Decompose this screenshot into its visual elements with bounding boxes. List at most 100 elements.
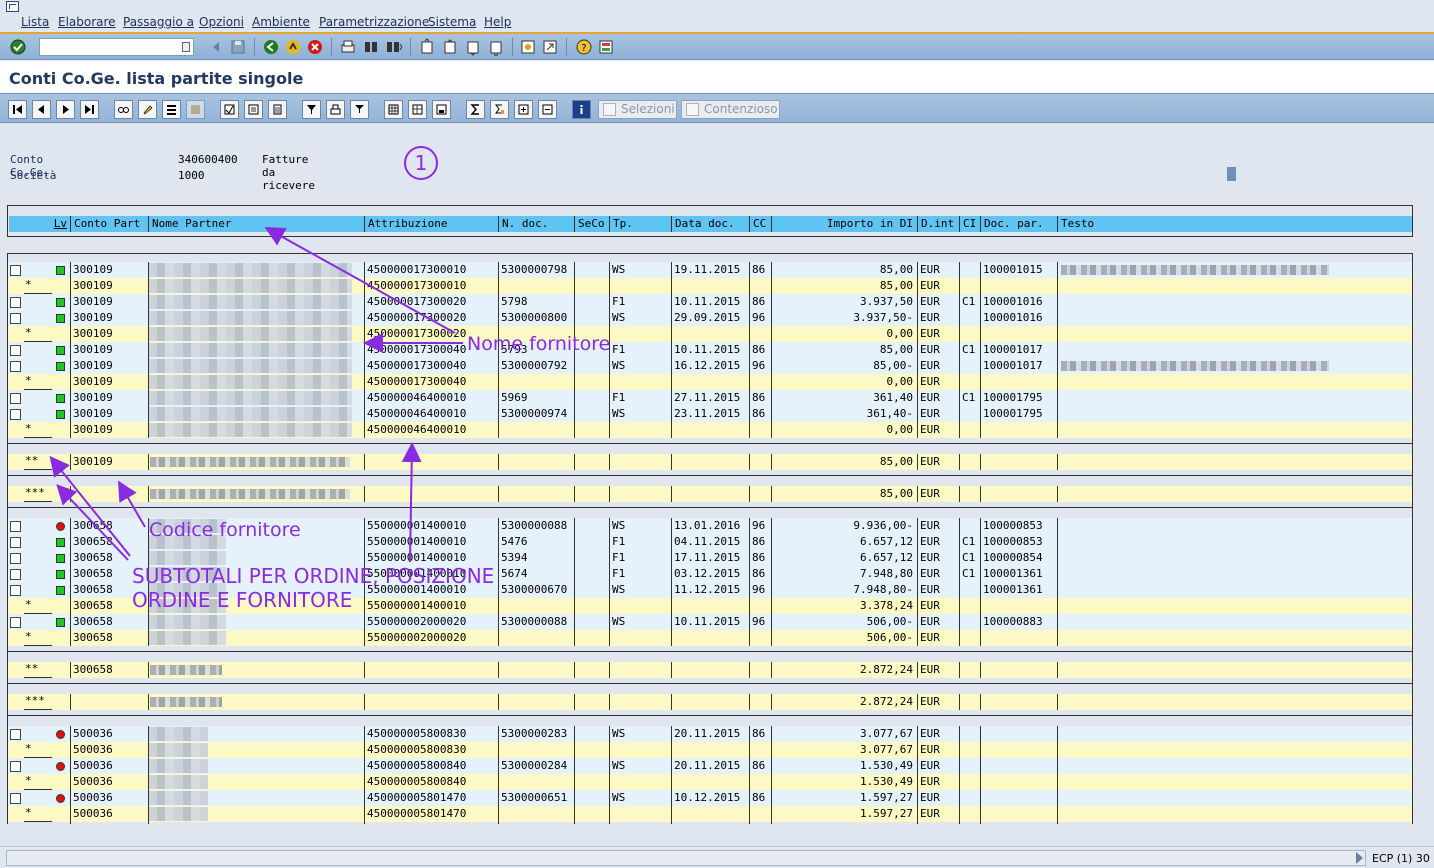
subtotal-row[interactable]: *** 2.872,24 EUR [8,694,1412,710]
back-icon[interactable] [262,38,280,56]
table-row[interactable]: 500036 450000005800830 5300000283 WS 20.11.2… [8,726,1412,742]
table-row[interactable]: 500036 450000005801470 5300000651 WS 10.12.2… [8,790,1412,806]
subtotal-row[interactable]: * 500036 450000005800830 3.077,67 EUR [8,742,1412,758]
next-row-button[interactable] [56,100,75,119]
cancel-icon[interactable] [306,38,324,56]
layout-button[interactable] [384,100,403,119]
next-page-icon[interactable] [464,38,482,56]
row-checkbox[interactable] [10,409,21,420]
col-conto-part[interactable]: Conto Part [70,216,148,232]
first-page-icon[interactable] [418,38,436,56]
find-next-icon[interactable] [385,38,403,56]
row-checkbox[interactable] [10,729,21,740]
menu-lista[interactable]: Lista [21,15,49,29]
mass-reversal-button[interactable] [186,100,205,119]
last-page-icon[interactable] [487,38,505,56]
customize-layout-icon[interactable] [597,38,615,56]
row-checkbox[interactable] [10,297,21,308]
collapse-button[interactable] [538,100,557,119]
deselect-all-button[interactable] [244,100,263,119]
col-attribuzione[interactable]: Attribuzione [364,216,498,232]
row-checkbox[interactable] [10,793,21,804]
previous-page-icon[interactable] [441,38,459,56]
subtotal-row[interactable]: * 300109 450000046400010 0,00 EUR [8,422,1412,438]
table-row[interactable]: 300109 450000017300010 5300000798 WS 19.11.2… [8,262,1412,278]
menu-ambiente[interactable]: Ambiente [252,15,310,29]
row-checkbox[interactable] [10,265,21,276]
menu-sistema[interactable]: Sistema [428,15,476,29]
back-small-icon[interactable] [208,38,226,56]
menu-passaggio-a[interactable]: Passaggio a [123,15,194,29]
enter-check-icon[interactable] [9,38,27,56]
info-button[interactable] [572,100,591,119]
help-icon[interactable]: ? [575,38,593,56]
table-row[interactable]: 300109 450000017300020 5300000800 WS 29.09.2… [8,310,1412,326]
print-preview-button[interactable] [326,100,345,119]
row-checkbox[interactable] [10,393,21,404]
subtotal-row[interactable]: ** 300109 85,00 EUR [8,454,1412,470]
row-checkbox[interactable] [10,569,21,580]
subtotal-row[interactable]: * 300109 450000017300040 0,00 EUR [8,374,1412,390]
save-icon[interactable] [229,38,247,56]
menu-parametrizzazione[interactable]: Parametrizzazione [319,15,429,29]
col-data-doc[interactable]: Data doc. [671,216,749,232]
row-checkbox[interactable] [10,617,21,628]
subtotal-row[interactable]: ** 300658 2.872,24 EUR [8,662,1412,678]
find-icon[interactable] [362,38,380,56]
table-row[interactable]: 300109 450000046400010 5300000974 WS 23.11.2… [8,406,1412,422]
exit-icon[interactable] [284,38,302,56]
row-checkbox[interactable] [10,585,21,596]
display-document-button[interactable] [114,100,133,119]
sap-window-icon[interactable] [6,1,19,12]
subtotal-row[interactable]: * 300109 450000017300010 85,00 EUR [8,278,1412,294]
col-importo[interactable]: Importo in DI [771,216,917,232]
row-checkbox[interactable] [10,537,21,548]
command-history-dropdown-icon[interactable] [182,42,190,52]
change-document-button[interactable] [138,100,157,119]
status-expand-icon[interactable] [1356,852,1363,864]
col-tp[interactable]: Tp. [609,216,671,232]
first-row-button[interactable] [8,100,27,119]
totals-button[interactable] [466,100,485,119]
table-row[interactable]: 500036 450000005800840 5300000284 WS 20.11.2… [8,758,1412,774]
row-checkbox[interactable] [10,761,21,772]
col-cc[interactable]: CC [749,216,771,232]
subtotal-row[interactable]: * 500036 450000005800840 1.530,49 EUR [8,774,1412,790]
table-row[interactable]: 300109 450000046400010 5969 F1 27.11.2015 86 3… [8,390,1412,406]
create-shortcut-icon[interactable] [541,38,559,56]
expand-button[interactable] [514,100,533,119]
row-checkbox[interactable] [10,553,21,564]
command-field[interactable] [39,38,194,56]
last-row-button[interactable] [80,100,99,119]
select-all-button[interactable] [220,100,239,119]
mass-change-button[interactable] [162,100,181,119]
col-d-int[interactable]: D.int [917,216,959,232]
subtotal-row[interactable]: * 300658 550000002000020 506,00- EUR [8,630,1412,646]
subtotal-row[interactable]: *** 85,00 EUR [8,486,1412,502]
contenzioso-button[interactable]: Contenzioso [681,100,780,119]
selezioni-button[interactable]: Selezioni [598,100,677,119]
row-checkbox[interactable] [10,361,21,372]
menu-opzioni[interactable]: Opzioni [199,15,244,29]
new-session-icon[interactable] [519,38,537,56]
print-icon[interactable] [339,38,357,56]
menu-elaborare[interactable]: Elaborare [58,15,116,29]
details-button[interactable] [268,100,287,119]
previous-row-button[interactable] [32,100,51,119]
col-testo[interactable]: Testo [1057,216,1411,232]
table-row[interactable]: 300109 450000017300040 5793 F1 10.11.2015 86 8… [8,342,1412,358]
col-seco[interactable]: SeCo [574,216,609,232]
table-row[interactable]: 300109 450000017300020 5798 F1 10.11.2015 86 3… [8,294,1412,310]
filter-button[interactable] [302,100,321,119]
col-n-doc[interactable]: N. doc. [498,216,574,232]
col-lv[interactable]: Lv [9,216,71,232]
subtotal-row[interactable]: * 300109 450000017300020 0,00 EUR [8,326,1412,342]
save-layout-button[interactable] [432,100,451,119]
choose-layout-button[interactable] [408,100,427,119]
row-checkbox[interactable] [10,521,21,532]
table-row[interactable]: 300109 450000017300040 5300000792 WS 16.12.2… [8,358,1412,374]
row-checkbox[interactable] [10,313,21,324]
col-ci[interactable]: CI [959,216,980,232]
col-doc-par[interactable]: Doc. par. [980,216,1057,232]
subtotal-row[interactable]: * 500036 450000005801470 1.597,27 EUR [8,806,1412,822]
